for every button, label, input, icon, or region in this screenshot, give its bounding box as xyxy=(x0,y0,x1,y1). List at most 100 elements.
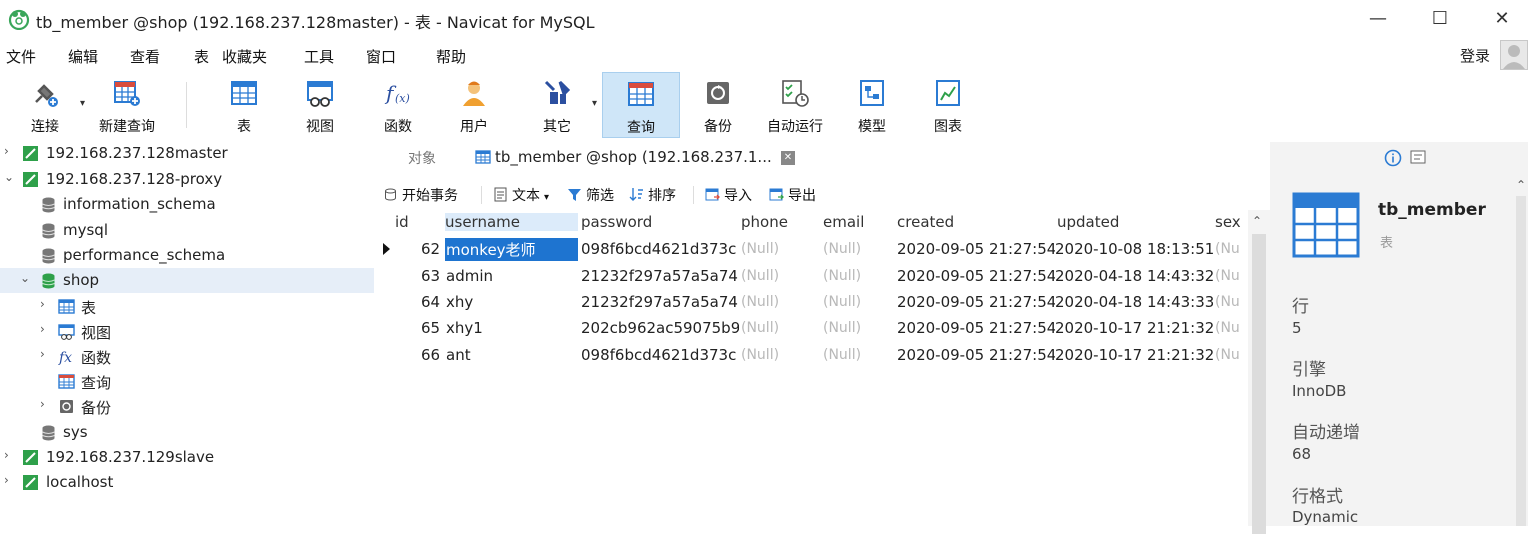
expand-icon[interactable]: › xyxy=(4,448,16,462)
expand-icon[interactable]: › xyxy=(40,322,52,336)
tree-item-functions[interactable]: › fx 函数 xyxy=(0,344,374,369)
expand-icon[interactable]: › xyxy=(40,297,52,311)
close-button[interactable]: ✕ xyxy=(1482,6,1522,32)
table-cell[interactable]: ant xyxy=(446,346,471,364)
table-cell[interactable]: 2020-04-18 14:43:32 xyxy=(1055,267,1213,285)
table-cell[interactable]: xhy1 xyxy=(446,319,483,337)
menu-edit[interactable]: 编辑 xyxy=(68,46,98,67)
table-cell[interactable]: (Null) xyxy=(741,294,779,310)
table-cell[interactable]: (Null) xyxy=(823,241,861,257)
table-cell[interactable]: (Null) xyxy=(741,347,779,363)
table-cell[interactable]: 2020-09-05 21:27:54 xyxy=(897,319,1055,337)
dropdown-arrow-icon[interactable]: ▾ xyxy=(592,98,597,109)
toolbar-other-button[interactable]: 其它 xyxy=(526,72,588,138)
table-cell[interactable]: 65 xyxy=(421,319,440,337)
tab-table[interactable]: tb_member @shop (192.168.237.1... xyxy=(471,142,776,174)
table-cell[interactable]: 098f6bcd4621d373c xyxy=(581,240,739,258)
tree-item-backups[interactable]: › 备份 xyxy=(0,394,374,419)
tree-item-database[interactable]: information_schema xyxy=(0,192,374,217)
column-header-phone[interactable]: phone xyxy=(741,213,788,231)
expand-icon[interactable]: › xyxy=(40,347,52,361)
table-cell[interactable]: (Null) xyxy=(741,320,779,336)
table-cell[interactable]: (Null) xyxy=(741,268,779,284)
column-header-created[interactable]: created xyxy=(897,213,954,231)
tree-item-tables[interactable]: › 表 xyxy=(0,294,374,319)
dropdown-arrow-icon[interactable]: ▾ xyxy=(80,98,85,109)
menu-table[interactable]: 表 xyxy=(194,46,209,67)
table-cell[interactable]: 2020-10-08 18:13:51 xyxy=(1055,240,1213,258)
column-header-updated[interactable]: updated xyxy=(1057,213,1119,231)
scroll-up-icon[interactable]: ⌃ xyxy=(1516,178,1526,192)
table-cell[interactable]: (Null) xyxy=(741,241,779,257)
text-view-button[interactable]: 文本 ▾ xyxy=(493,185,549,205)
grid-vertical-scrollbar[interactable]: ⌃ xyxy=(1248,210,1270,534)
maximize-button[interactable]: ☐ xyxy=(1420,6,1460,32)
table-cell[interactable]: (Nu xyxy=(1215,320,1245,336)
tree-item-connection[interactable]: › localhost xyxy=(0,470,374,495)
toolbar-query-button[interactable]: 查询 xyxy=(602,72,680,138)
tree-item-queries[interactable]: 查询 xyxy=(0,369,374,394)
tree-item-database[interactable]: sys xyxy=(0,420,374,445)
table-cell[interactable]: 2020-09-05 21:27:54 xyxy=(897,346,1055,364)
column-header-id[interactable]: id xyxy=(395,213,409,231)
import-button[interactable]: 导入 xyxy=(705,185,752,205)
expand-icon[interactable]: › xyxy=(4,144,16,158)
tree-item-connection[interactable]: › 192.168.237.129slave xyxy=(0,445,374,470)
table-cell[interactable]: (Null) xyxy=(823,268,861,284)
tab-objects[interactable]: 对象 xyxy=(408,148,436,168)
info-panel-scrollbar[interactable] xyxy=(1516,196,1526,526)
column-header-sex[interactable]: sex xyxy=(1215,213,1241,231)
table-cell[interactable]: 2020-09-05 21:27:54 xyxy=(897,240,1055,258)
table-cell[interactable]: (Nu xyxy=(1215,268,1245,284)
menu-tools[interactable]: 工具 xyxy=(304,46,334,67)
sort-button[interactable]: 排序 xyxy=(629,185,676,205)
expand-icon[interactable]: › xyxy=(40,397,52,411)
tab-close-icon[interactable]: ✕ xyxy=(781,151,795,165)
collapse-icon[interactable]: ⌄ xyxy=(4,170,16,184)
column-header-email[interactable]: email xyxy=(823,213,864,231)
table-cell[interactable]: 62 xyxy=(421,240,440,258)
table-cell[interactable]: 202cb962ac59075b9 xyxy=(581,319,739,337)
tree-item-database[interactable]: mysql xyxy=(0,218,374,243)
toolbar-view-button[interactable]: 视图 xyxy=(290,72,350,138)
toolbar-function-button[interactable]: f (x) 函数 xyxy=(368,72,428,138)
scroll-up-icon[interactable]: ⌃ xyxy=(1252,214,1262,228)
table-cell[interactable]: 2020-04-18 14:43:33 xyxy=(1055,293,1213,311)
tree-item-connection[interactable]: ⌄ 192.168.237.128-proxy xyxy=(0,167,374,192)
menu-help[interactable]: 帮助 xyxy=(436,46,466,67)
tree-item-views[interactable]: › 视图 xyxy=(0,319,374,344)
avatar[interactable] xyxy=(1500,40,1528,70)
tree-item-connection[interactable]: › 192.168.237.128master xyxy=(0,141,374,166)
table-cell[interactable]: xhy xyxy=(446,293,473,311)
expand-icon[interactable]: › xyxy=(4,473,16,487)
table-cell[interactable]: (Null) xyxy=(823,320,861,336)
table-cell[interactable]: admin xyxy=(446,267,493,285)
toolbar-backup-button[interactable]: 备份 xyxy=(688,72,748,138)
collapse-icon[interactable]: ⌄ xyxy=(20,271,32,285)
info-icon[interactable] xyxy=(1384,149,1402,167)
menu-file[interactable]: 文件 xyxy=(6,46,36,67)
table-cell[interactable]: (Null) xyxy=(823,347,861,363)
scrollbar-thumb[interactable] xyxy=(1252,234,1266,534)
tree-item-database-selected[interactable]: ⌄ shop xyxy=(0,268,374,293)
toolbar-chart-button[interactable]: 图表 xyxy=(918,72,978,138)
toolbar-model-button[interactable]: 模型 xyxy=(842,72,902,138)
table-cell[interactable]: 66 xyxy=(421,346,440,364)
ddl-icon[interactable] xyxy=(1410,150,1426,164)
menu-favorites[interactable]: 收藏夹 xyxy=(222,46,267,67)
table-cell[interactable]: 098f6bcd4621d373c xyxy=(581,346,739,364)
toolbar-new-query-button[interactable]: 新建查询 xyxy=(90,72,164,138)
login-link[interactable]: 登录 xyxy=(1460,45,1490,66)
menu-window[interactable]: 窗口 xyxy=(366,46,396,67)
table-cell[interactable]: (Nu xyxy=(1215,241,1245,257)
table-cell[interactable]: (Nu xyxy=(1215,347,1245,363)
toolbar-user-button[interactable]: 用户 xyxy=(444,72,504,138)
table-cell[interactable]: 21232f297a57a5a74. xyxy=(581,267,739,285)
table-cell-selected[interactable]: monkey老师 xyxy=(445,238,578,261)
table-cell[interactable]: 2020-10-17 21:21:32 xyxy=(1055,346,1213,364)
toolbar-auto-run-button[interactable]: 自动运行 xyxy=(760,72,830,138)
export-button[interactable]: 导出 xyxy=(769,185,816,205)
table-cell[interactable]: 21232f297a57a5a74. xyxy=(581,293,739,311)
begin-transaction-button[interactable]: 开始事务 xyxy=(383,185,458,205)
table-cell[interactable]: 2020-09-05 21:27:54 xyxy=(897,293,1055,311)
